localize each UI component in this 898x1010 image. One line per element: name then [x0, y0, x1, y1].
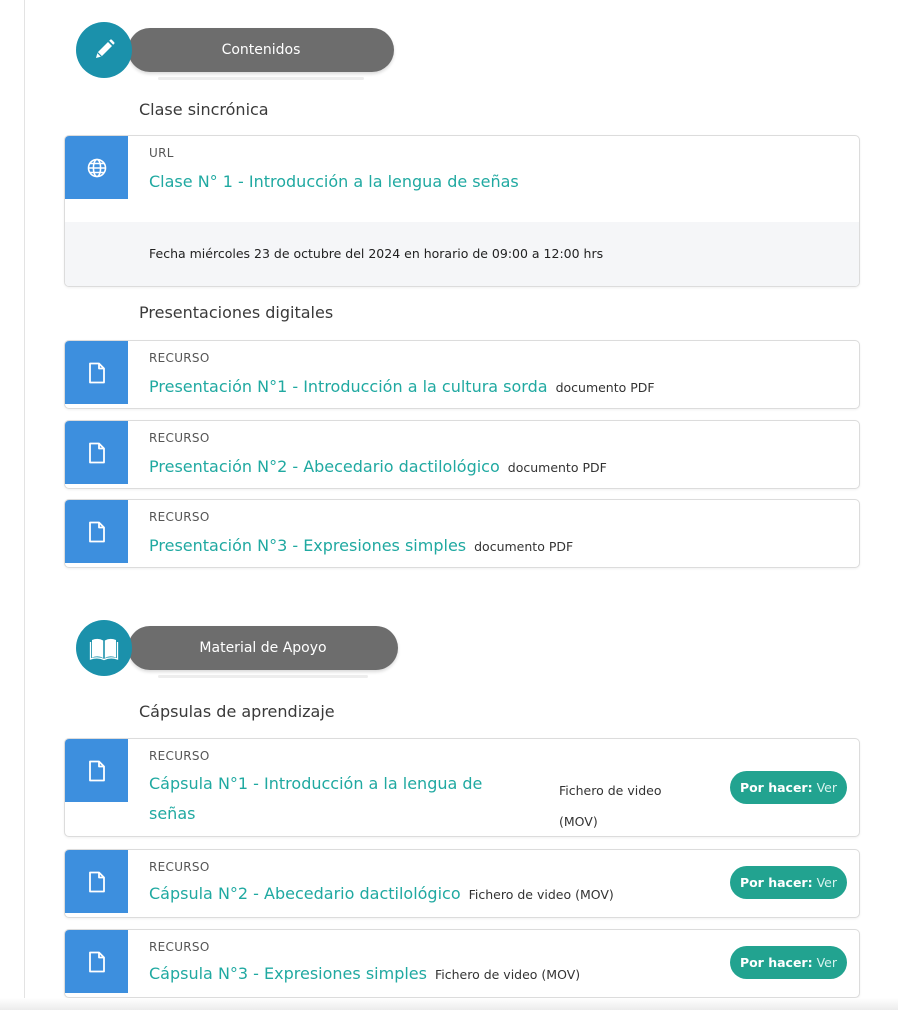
globe-icon: [65, 136, 128, 199]
view-link: Ver: [816, 875, 837, 890]
capsula-link-3[interactable]: Cápsula N°3 - Expresiones simples: [149, 964, 427, 983]
view-link: Ver: [816, 780, 837, 795]
clase-link[interactable]: Clase N° 1 - Introducción a la lengua de…: [149, 172, 519, 191]
status-badge[interactable]: Por hacer: Ver: [729, 946, 847, 979]
document-icon: [65, 421, 128, 484]
status-badge[interactable]: Por hacer: Ver: [729, 866, 847, 899]
resource-type-label: RECURSO: [149, 510, 210, 524]
section-header-material: Material de Apoyo: [76, 620, 416, 678]
section-header-contenidos: Contenidos: [76, 22, 416, 80]
file-type-label: Fichero de video (MOV): [468, 887, 614, 902]
presentacion-title-row: Presentación N°3 - Expresiones simples do…: [149, 536, 573, 555]
file-type-line2: (MOV): [559, 814, 598, 829]
pencil-icon: [76, 22, 132, 78]
presentacion-link-2[interactable]: Presentación N°2 - Abecedario dactilológ…: [149, 457, 500, 476]
file-type-label: Fichero de video (MOV): [434, 967, 581, 982]
resource-type-label: RECURSO: [149, 940, 210, 954]
section-label-material: Material de Apoyo: [128, 626, 398, 678]
file-type-label: Fichero de video (MOV): [559, 775, 662, 836]
capsula-title-line2: señas: [149, 804, 196, 823]
file-type-label: documento PDF: [507, 460, 607, 475]
resource-type-label: RECURSO: [149, 351, 210, 365]
file-type-label: documento PDF: [555, 380, 655, 395]
capsula-link-1[interactable]: Cápsula N°1 - Introducción a la lengua d…: [149, 769, 482, 829]
file-type-label: documento PDF: [474, 539, 574, 554]
status-label: Por hacer:: [739, 955, 813, 970]
view-link: Ver: [816, 955, 837, 970]
resource-type-label: RECURSO: [149, 749, 210, 763]
document-icon: [65, 500, 128, 563]
left-rule: [24, 0, 25, 1010]
presentacion-title-row: Presentación N°1 - Introducción a la cul…: [149, 377, 655, 396]
document-icon: [65, 341, 128, 404]
presentacion-card-2: RECURSO Presentación N°2 - Abecedario da…: [64, 420, 860, 489]
presentacion-link-1[interactable]: Presentación N°1 - Introducción a la cul…: [149, 377, 548, 396]
capsula-card-3: RECURSO Cápsula N°3 - Expresiones simple…: [64, 929, 860, 998]
document-icon: [65, 850, 128, 913]
resource-type-label: URL: [149, 146, 174, 160]
capsula-title-line1: Cápsula N°1 - Introducción a la lengua d…: [149, 774, 483, 793]
status-label: Por hacer:: [739, 780, 813, 795]
document-icon: [65, 739, 128, 802]
subsection-title-presentaciones: Presentaciones digitales: [139, 303, 334, 322]
presentacion-link-3[interactable]: Presentación N°3 - Expresiones simples: [149, 536, 466, 555]
clase-card: URL Clase N° 1 - Introducción a la lengu…: [64, 135, 860, 287]
resource-type-label: RECURSO: [149, 431, 210, 445]
status-label: Por hacer:: [739, 875, 813, 890]
file-type-line1: Fichero de video: [559, 783, 662, 798]
book-icon: [76, 620, 132, 676]
presentacion-card-3: RECURSO Presentación N°3 - Expresiones s…: [64, 499, 860, 568]
resource-type-label: RECURSO: [149, 860, 210, 874]
capsula-title-row: Cápsula N°2 - Abecedario dactilológico Fi…: [149, 884, 614, 903]
bottom-shadow: [0, 998, 898, 1010]
status-badge[interactable]: Por hacer: Ver: [729, 771, 847, 804]
capsula-card-1: RECURSO Cápsula N°1 - Introducción a la …: [64, 738, 860, 837]
presentacion-card-1: RECURSO Presentación N°1 - Introducción …: [64, 340, 860, 409]
capsula-link-2[interactable]: Cápsula N°2 - Abecedario dactilológico: [149, 884, 461, 903]
capsula-card-2: RECURSO Cápsula N°2 - Abecedario dactilo…: [64, 849, 860, 918]
capsula-title-row: Cápsula N°3 - Expresiones simples Fichero…: [149, 964, 580, 983]
subsection-title-clase: Clase sincrónica: [139, 100, 269, 119]
presentacion-title-row: Presentación N°2 - Abecedario dactilológ…: [149, 457, 607, 476]
document-icon: [65, 930, 128, 993]
section-label-contenidos: Contenidos: [128, 28, 394, 80]
clase-date-footer: Fecha miércoles 23 de octubre del 2024 e…: [65, 222, 859, 286]
subsection-title-capsulas: Cápsulas de aprendizaje: [139, 702, 335, 721]
